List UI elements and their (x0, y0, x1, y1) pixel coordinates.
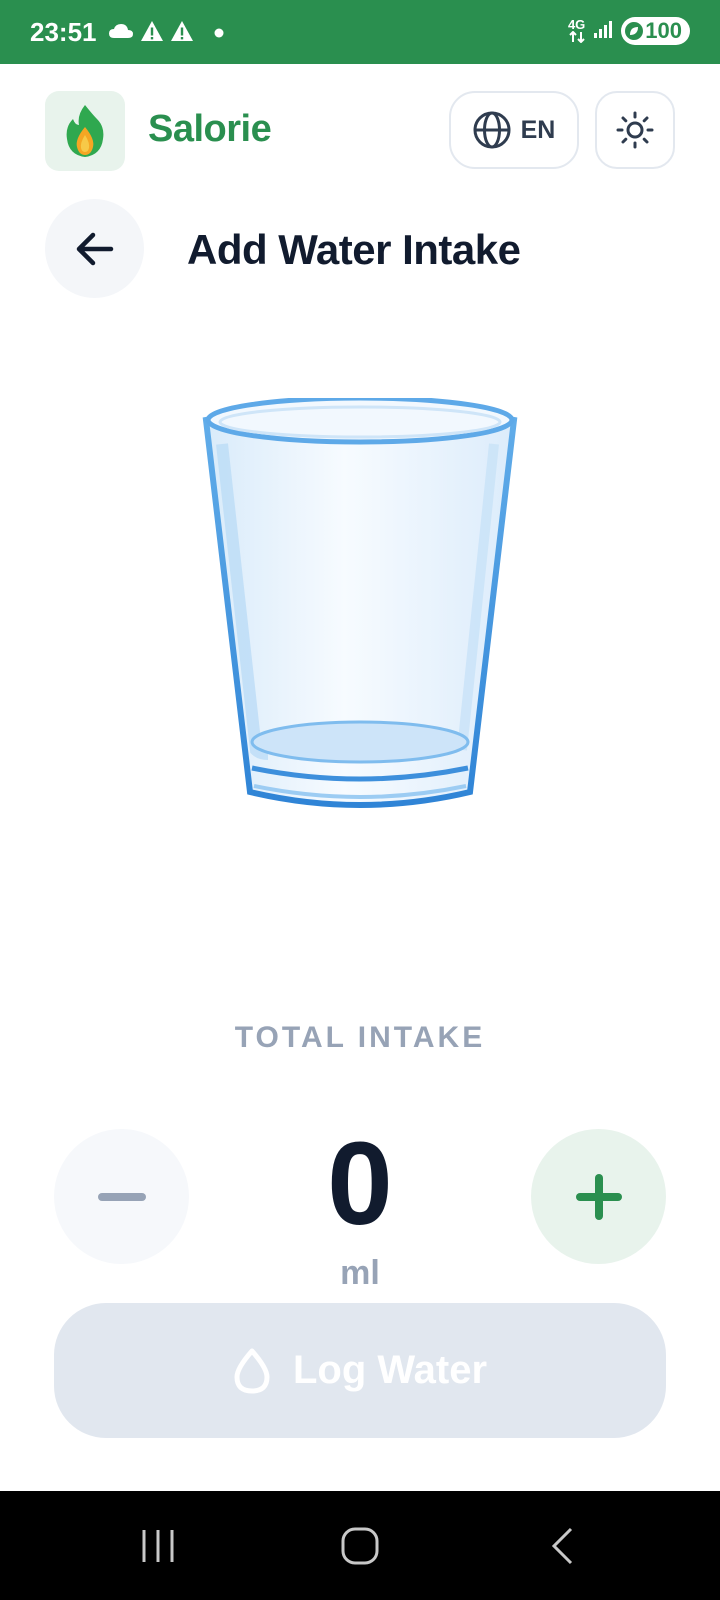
recents-button[interactable] (98, 1491, 218, 1600)
back-button[interactable] (45, 199, 144, 298)
log-water-button[interactable]: Log Water (54, 1303, 666, 1438)
home-icon (341, 1527, 379, 1564)
status-bar: 23:51 4G 100 (0, 0, 720, 64)
status-time: 23:51 (30, 17, 97, 47)
network-type: 4G (567, 17, 586, 32)
warning-icon (170, 20, 194, 47)
warning-icon (140, 20, 164, 47)
language-button[interactable]: EN (449, 91, 579, 169)
app-logo (45, 91, 125, 171)
language-label: EN (520, 115, 556, 144)
app-name: Salorie (148, 108, 272, 150)
cloud-icon (108, 22, 134, 45)
signal-icon (593, 19, 613, 44)
status-notification-icons (108, 20, 224, 47)
battery-level: 100 (645, 18, 682, 43)
status-system-icons: 4G 100 (568, 17, 690, 45)
dot-icon (214, 25, 224, 43)
sun-icon (616, 111, 654, 149)
flame-drop-logo (66, 105, 104, 157)
system-nav-bar (0, 1491, 720, 1600)
arrow-left-icon (76, 232, 113, 265)
battery-saver-icon (625, 22, 644, 40)
system-back-button[interactable] (502, 1491, 622, 1600)
battery-indicator: 100 (621, 17, 690, 45)
water-drop-icon (234, 1348, 270, 1393)
log-water-label: Log Water (292, 1348, 488, 1392)
plus-icon (575, 1173, 622, 1220)
back-icon (551, 1527, 573, 1564)
home-button[interactable] (300, 1491, 420, 1600)
total-intake-label: TOTAL INTAKE (234, 1021, 486, 1054)
water-glass-illustration (202, 398, 518, 808)
increment-button[interactable] (531, 1129, 666, 1264)
theme-toggle-button[interactable] (595, 91, 675, 169)
recents-icon (142, 1529, 174, 1562)
page-title: Add Water Intake (187, 226, 521, 273)
network-indicator: 4G (567, 17, 586, 43)
globe-icon (473, 111, 511, 149)
